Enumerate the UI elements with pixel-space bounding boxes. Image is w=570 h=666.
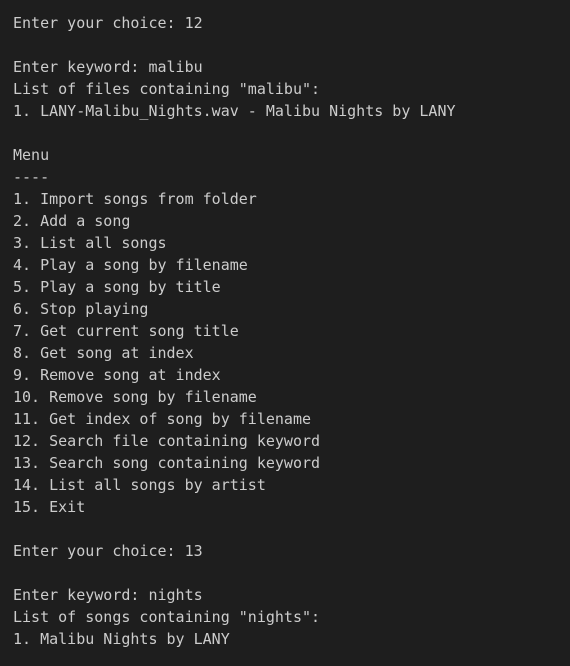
- files-result-header: List of files containing "malibu":: [13, 80, 321, 98]
- menu-item-search-file: 12. Search file containing keyword: [13, 432, 321, 450]
- menu-item-search-song: 13. Search song containing keyword: [13, 454, 321, 472]
- choice-prompt-line: Enter your choice: 13: [13, 542, 203, 560]
- menu-item-add-song: 2. Add a song: [13, 212, 131, 230]
- menu-item-song-at-index: 8. Get song at index: [13, 344, 194, 362]
- songs-result-item: 1. Malibu Nights by LANY: [13, 630, 230, 648]
- menu-item-import-songs: 1. Import songs from folder: [13, 190, 257, 208]
- menu-item-list-songs: 3. List all songs: [13, 234, 167, 252]
- keyword-prompt-line: Enter keyword: malibu: [13, 58, 203, 76]
- keyword-prompt-line: Enter keyword: nights: [13, 586, 203, 604]
- files-result-item: 1. LANY-Malibu_Nights.wav - Malibu Night…: [13, 102, 456, 120]
- choice-prompt-line: Enter your choice: 12: [13, 14, 203, 32]
- menu-item-remove-at-index: 9. Remove song at index: [13, 366, 221, 384]
- menu-item-remove-by-filename: 10. Remove song by filename: [13, 388, 257, 406]
- menu-title: Menu: [13, 146, 50, 164]
- songs-result-header: List of songs containing "nights":: [13, 608, 321, 626]
- terminal-output[interactable]: Enter your choice: 12 Enter keyword: mal…: [0, 0, 570, 666]
- menu-item-stop-playing: 6. Stop playing: [13, 300, 149, 318]
- menu-item-list-by-artist: 14. List all songs by artist: [13, 476, 266, 494]
- menu-item-exit: 15. Exit: [13, 498, 86, 516]
- menu-item-play-by-title: 5. Play a song by title: [13, 278, 221, 296]
- menu-item-index-by-filename: 11. Get index of song by filename: [13, 410, 312, 428]
- menu-item-current-song-title: 7. Get current song title: [13, 322, 239, 340]
- menu-divider: ----: [13, 168, 50, 186]
- menu-item-play-by-filename: 4. Play a song by filename: [13, 256, 248, 274]
